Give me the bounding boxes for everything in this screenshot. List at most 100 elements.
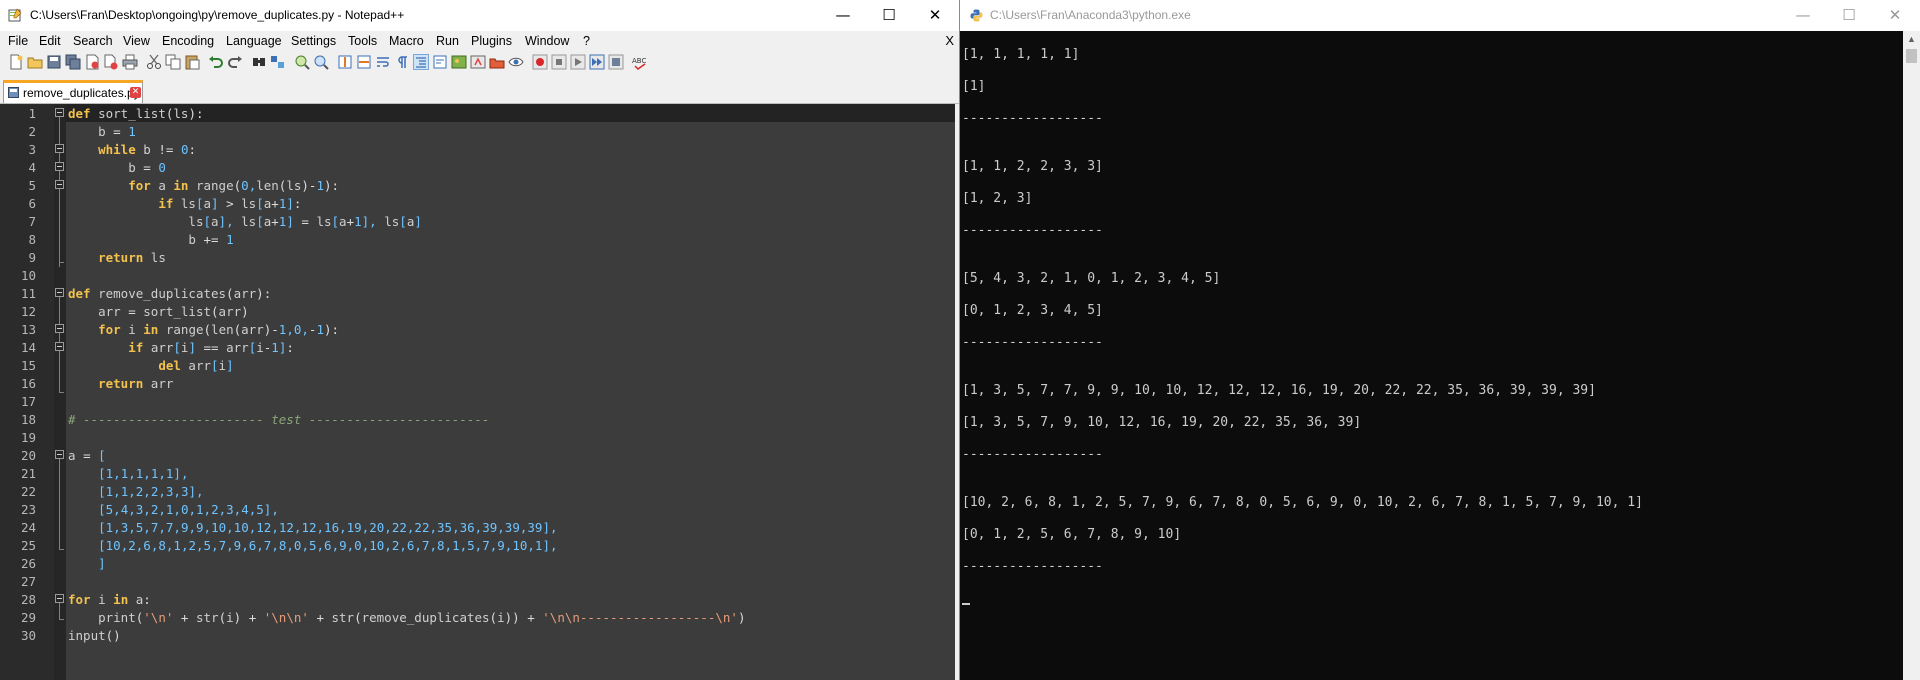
- console-minimize-button[interactable]: —: [1780, 0, 1826, 31]
- monitoring-icon[interactable]: [508, 54, 524, 70]
- code-line[interactable]: 6 if ls[a] > ls[a+1]:: [0, 195, 955, 213]
- show-all-characters-icon[interactable]: [394, 54, 410, 70]
- menu-view[interactable]: View: [123, 34, 150, 48]
- code-line[interactable]: 7 ls[a], ls[a+1] = ls[a+1], ls[a]: [0, 213, 955, 231]
- undo-icon[interactable]: [208, 54, 224, 70]
- replace-icon[interactable]: [270, 54, 286, 70]
- console-line: ------------------: [962, 111, 1103, 126]
- code-line[interactable]: 2 b = 1: [0, 123, 955, 141]
- code-line[interactable]: 16 return arr: [0, 375, 955, 393]
- code-line[interactable]: 17: [0, 393, 955, 411]
- line-number: 4: [28, 160, 36, 175]
- code-line[interactable]: 5 for a in range(0,len(ls)-1):: [0, 177, 955, 195]
- code-line[interactable]: 4 b = 0: [0, 159, 955, 177]
- console-output[interactable]: [1, 1, 1, 1, 1] [1] ------------------ […: [960, 31, 1902, 680]
- spell-check-icon[interactable]: ABC: [632, 54, 648, 70]
- python-logo-icon: [970, 9, 983, 22]
- user-defined-language-icon[interactable]: [432, 54, 448, 70]
- word-wrap-icon[interactable]: [375, 54, 391, 70]
- console-line: [0, 1, 2, 5, 6, 7, 8, 9, 10]: [962, 527, 1182, 542]
- menu-edit[interactable]: Edit: [39, 34, 61, 48]
- close-button[interactable]: ✕: [912, 0, 958, 31]
- code-line[interactable]: 1 def sort_list(ls):: [0, 105, 955, 123]
- code-line[interactable]: 18 # ------------------------ test ------…: [0, 411, 955, 429]
- code-text: def remove_duplicates(arr):: [68, 286, 272, 301]
- cut-icon[interactable]: [146, 54, 162, 70]
- menu-tools[interactable]: Tools: [348, 34, 377, 48]
- zoom-out-icon[interactable]: [313, 54, 329, 70]
- code-line[interactable]: 22 [1,1,2,2,3,3],: [0, 483, 955, 501]
- sync-horizontal-icon[interactable]: [356, 54, 372, 70]
- line-number: 17: [20, 394, 36, 409]
- code-line[interactable]: 13 for i in range(len(arr)-1,0,-1):: [0, 321, 955, 339]
- document-map-icon[interactable]: [451, 54, 467, 70]
- code-line[interactable]: 29 print('\n' + str(i) + '\n\n' + str(re…: [0, 609, 955, 627]
- code-line[interactable]: 15 del arr[i]: [0, 357, 955, 375]
- sync-vertical-icon[interactable]: [337, 54, 353, 70]
- tab-remove-duplicates[interactable]: remove_duplicates.py ✕: [3, 80, 143, 103]
- maximize-button[interactable]: ☐: [866, 0, 912, 31]
- menu-plugins[interactable]: Plugins: [471, 34, 512, 48]
- code-line[interactable]: 12 arr = sort_list(arr): [0, 303, 955, 321]
- menu-run[interactable]: Run: [436, 34, 459, 48]
- console-maximize-button[interactable]: ☐: [1826, 0, 1872, 31]
- minimize-button[interactable]: —: [820, 0, 866, 31]
- code-line[interactable]: 14 if arr[i] == arr[i-1]:: [0, 339, 955, 357]
- save-icon[interactable]: [46, 54, 62, 70]
- menu-window[interactable]: Window: [525, 34, 569, 48]
- code-editor[interactable]: 1 def sort_list(ls): 2 b = 13 while b != 0…: [0, 104, 955, 680]
- scroll-up-icon[interactable]: ▲: [1903, 31, 1920, 48]
- save-macro-icon[interactable]: [608, 54, 624, 70]
- line-number: 26: [20, 556, 36, 571]
- console-scrollbar[interactable]: ▲: [1903, 31, 1920, 680]
- close-all-icon[interactable]: [103, 54, 119, 70]
- redo-icon[interactable]: [227, 54, 243, 70]
- code-line[interactable]: 30 input(): [0, 627, 955, 645]
- code-line[interactable]: 26 ]: [0, 555, 955, 573]
- console-close-button[interactable]: ✕: [1872, 0, 1918, 31]
- stop-recording-icon[interactable]: [551, 54, 567, 70]
- notepad-title-bar[interactable]: C:\Users\Fran\Desktop\ongoing\py\remove_…: [0, 0, 959, 31]
- code-line[interactable]: 23 [5,4,3,2,1,0,1,2,3,4,5],: [0, 501, 955, 519]
- menu-file[interactable]: File: [8, 34, 28, 48]
- line-number: 24: [20, 520, 36, 535]
- console-line: [10, 2, 6, 8, 1, 2, 5, 7, 9, 6, 7, 8, 0,…: [962, 495, 1643, 510]
- zoom-in-icon[interactable]: [294, 54, 310, 70]
- menu-macro[interactable]: Macro: [389, 34, 424, 48]
- document-close-button[interactable]: X: [945, 33, 954, 48]
- code-line[interactable]: 10: [0, 267, 955, 285]
- code-line[interactable]: 19: [0, 429, 955, 447]
- code-line[interactable]: 27: [0, 573, 955, 591]
- menu-help[interactable]: ?: [583, 34, 590, 48]
- paste-icon[interactable]: [184, 54, 200, 70]
- close-file-icon[interactable]: [84, 54, 100, 70]
- function-list-icon[interactable]: [470, 54, 486, 70]
- start-recording-icon[interactable]: [532, 54, 548, 70]
- code-line[interactable]: 3 while b != 0:: [0, 141, 955, 159]
- menu-language[interactable]: Language: [226, 34, 282, 48]
- code-line[interactable]: 20 a = [: [0, 447, 955, 465]
- find-icon[interactable]: [251, 54, 267, 70]
- code-line[interactable]: 9 return ls: [0, 249, 955, 267]
- code-line[interactable]: 21 [1,1,1,1,1],: [0, 465, 955, 483]
- scrollbar-thumb[interactable]: [1906, 49, 1917, 63]
- open-file-icon[interactable]: [27, 54, 43, 70]
- code-line[interactable]: 11 def remove_duplicates(arr):: [0, 285, 955, 303]
- run-macro-multiple-icon[interactable]: [589, 54, 605, 70]
- menu-settings[interactable]: Settings: [291, 34, 336, 48]
- code-line[interactable]: 24 [1,3,5,7,7,9,9,10,10,12,12,12,16,19,2…: [0, 519, 955, 537]
- menu-encoding[interactable]: Encoding: [162, 34, 214, 48]
- save-all-icon[interactable]: [65, 54, 81, 70]
- code-line[interactable]: 28 for i in a:: [0, 591, 955, 609]
- print-icon[interactable]: [122, 54, 138, 70]
- code-line[interactable]: 8 b += 1: [0, 231, 955, 249]
- indent-guide-icon[interactable]: [413, 54, 429, 70]
- copy-icon[interactable]: [165, 54, 181, 70]
- playback-icon[interactable]: [570, 54, 586, 70]
- code-line[interactable]: 25 [10,2,6,8,1,2,5,7,9,6,7,8,0,5,6,9,0,1…: [0, 537, 955, 555]
- tab-close-icon[interactable]: ✕: [130, 87, 141, 98]
- new-file-icon[interactable]: [8, 54, 24, 70]
- console-title-bar[interactable]: C:\Users\Fran\Anaconda3\python.exe — ☐ ✕: [960, 0, 1920, 31]
- menu-search[interactable]: Search: [73, 34, 113, 48]
- folder-as-workspace-icon[interactable]: [489, 54, 505, 70]
